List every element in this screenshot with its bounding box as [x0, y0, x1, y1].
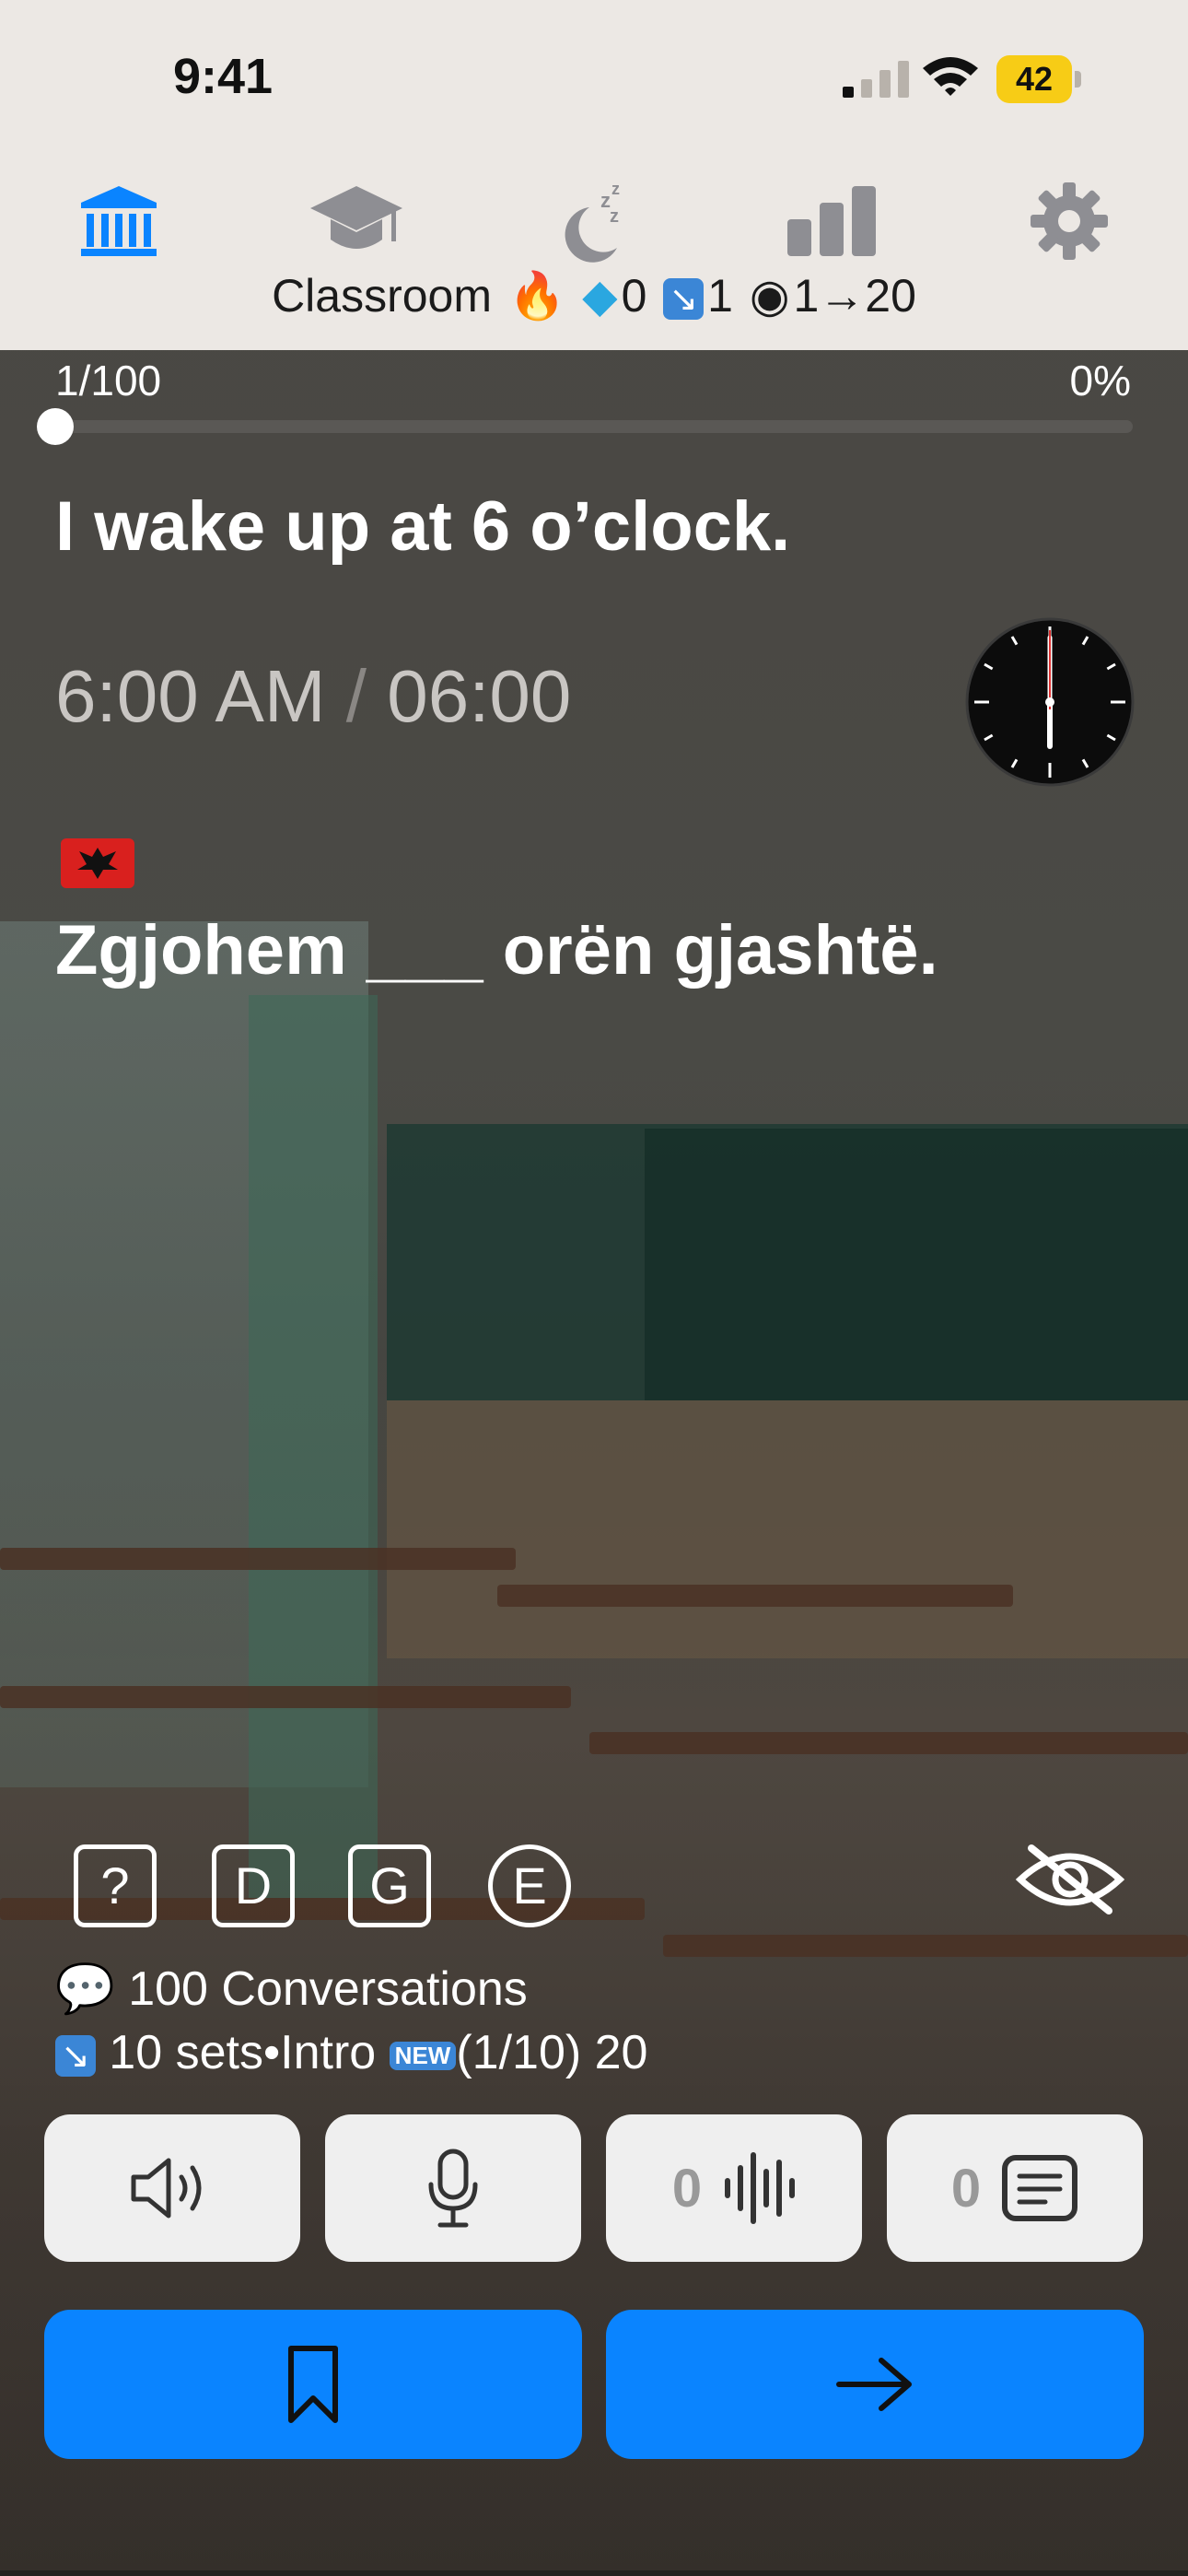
- progress-track[interactable]: [55, 420, 1133, 433]
- eye-icon: ◉: [749, 270, 790, 322]
- background-curtain: [249, 995, 378, 1898]
- battery-level: 42: [1015, 60, 1054, 98]
- sets-info: ↘ 10 sets•Intro NEW (1/10) 20: [55, 2025, 647, 2080]
- tab-sleep[interactable]: z z z: [543, 175, 645, 267]
- svg-text:z: z: [610, 206, 619, 227]
- status-time: 9:41: [173, 49, 274, 104]
- target-sentence: Zgjohem ___ orën gjashtë.: [55, 911, 938, 989]
- tab-classroom[interactable]: [68, 175, 169, 267]
- tab-stats[interactable]: [781, 175, 882, 267]
- time-24h: 06:00: [387, 655, 572, 737]
- views-range: 1→20: [793, 270, 916, 322]
- page-title: Classroom: [272, 270, 493, 322]
- background-desk: [663, 1935, 1188, 1957]
- conversations-info: 💬 100 Conversations: [55, 1961, 528, 2017]
- bookmark-icon: [288, 2346, 338, 2423]
- svg-text:z: z: [611, 180, 620, 198]
- wifi-icon: [923, 57, 978, 96]
- background-chalkboard-right: [645, 1129, 1188, 1400]
- time-display: 6:00 AM / 06:00: [55, 654, 571, 739]
- cellular-signal-icon: [843, 61, 909, 98]
- recordings-count: 0: [671, 2158, 703, 2219]
- microphone-icon: [428, 2149, 478, 2228]
- grammar-button[interactable]: G: [348, 1844, 431, 1927]
- waveform-icon: [725, 2152, 796, 2224]
- speaker-button[interactable]: [44, 2114, 300, 2262]
- progress-percent: 0%: [1069, 357, 1131, 404]
- new-progress: (1/10) 20: [456, 2026, 648, 2079]
- recordings-button[interactable]: 0: [606, 2114, 862, 2262]
- progress-position: 1/100: [55, 357, 162, 404]
- nav-title-row: Classroom 🔥 ◆0 ↘ 1 ◉1→20: [0, 269, 1188, 323]
- tab-learn[interactable]: [306, 175, 407, 267]
- battery-icon: 42: [996, 55, 1081, 103]
- background-desk: [0, 1548, 516, 1570]
- gem-icon: ◆: [582, 270, 618, 322]
- review-count: 1: [707, 270, 733, 322]
- analog-clock-icon: [965, 617, 1135, 787]
- sets-label: 10 sets•Intro: [109, 2026, 377, 2079]
- explain-button[interactable]: E: [488, 1844, 571, 1927]
- transcripts-count: 0: [950, 2158, 982, 2219]
- microphone-button[interactable]: [325, 2114, 581, 2262]
- background-desk: [589, 1732, 1188, 1754]
- graduation-cap-icon: [310, 186, 402, 249]
- english-sentence: I wake up at 6 o’clock.: [55, 487, 791, 566]
- bar-chart-icon: [787, 186, 876, 256]
- gems-count: 0: [621, 270, 647, 322]
- gear-icon: [1031, 182, 1108, 260]
- background-desk: [497, 1585, 1013, 1607]
- speaker-icon: [131, 2158, 202, 2219]
- background-desk: [0, 1686, 571, 1708]
- transcripts-button[interactable]: 0: [887, 2114, 1143, 2262]
- speech-bubble-icon: 💬: [55, 1962, 115, 2016]
- conversations-label: 100 Conversations: [128, 1962, 528, 2016]
- status-bar: 9:41 42: [0, 0, 1188, 157]
- dictionary-button[interactable]: D: [212, 1844, 295, 1927]
- sets-arrow-icon: ↘: [55, 2034, 96, 2077]
- tab-settings[interactable]: [1019, 175, 1120, 267]
- review-arrow-icon: ↘: [663, 278, 705, 321]
- bookmark-button[interactable]: [44, 2310, 582, 2459]
- bank-icon: [81, 186, 157, 256]
- new-badge-icon: NEW: [389, 2041, 457, 2070]
- eye-slash-icon[interactable]: [1015, 1843, 1125, 1916]
- top-nav: z z z Classroom 🔥 ◆0 ↘ 1 ◉1→20: [0, 157, 1188, 350]
- time-12h: 6:00 AM: [55, 655, 326, 737]
- streak-fire-icon: 🔥: [507, 270, 566, 322]
- arrow-right-icon: [836, 2358, 912, 2411]
- text-document-icon: [1002, 2155, 1078, 2221]
- hint-button[interactable]: ?: [74, 1844, 157, 1927]
- bottom-edge: [0, 2570, 1188, 2576]
- next-button[interactable]: [606, 2310, 1144, 2459]
- progress-knob[interactable]: [37, 408, 74, 445]
- moon-zzz-icon: z z z: [565, 180, 620, 263]
- lesson-card: 1/100 0% I wake up at 6 o’clock. 6:00 AM…: [0, 350, 1188, 2576]
- time-separator: /: [345, 655, 367, 737]
- background-wall-panel: [387, 1400, 1188, 1658]
- albania-flag-icon: [61, 838, 134, 888]
